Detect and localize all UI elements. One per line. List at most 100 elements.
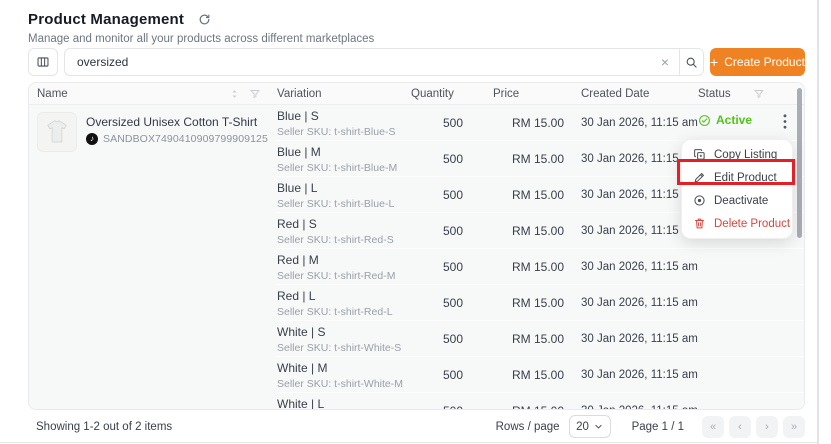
variation-label: Red | L	[277, 289, 407, 303]
page-header: Product Management Manage and monitor al…	[28, 11, 374, 45]
status-filter-icon[interactable]	[753, 88, 765, 100]
price-value: RM 15.00	[485, 368, 571, 382]
variation-label: Red | S	[277, 217, 407, 231]
variation-label: White | M	[277, 361, 407, 375]
page-scrollbar[interactable]	[817, 0, 819, 444]
created-date-value: 30 Jan 2026, 11:15 am	[571, 225, 691, 237]
variation-label: White | L	[277, 397, 407, 410]
next-page-button[interactable]: ›	[756, 416, 778, 438]
table-row: White | M Seller SKU: t-shirt-White-M 50…	[277, 357, 804, 393]
column-header-name: Name	[37, 88, 68, 100]
showing-count: Showing 1-2 out of 2 items	[36, 421, 172, 433]
seller-sku: Seller SKU: t-shirt-Red-L	[277, 306, 407, 318]
seller-sku: Seller SKU: t-shirt-White-S	[277, 342, 407, 354]
variation-label: Red | M	[277, 253, 407, 267]
created-date-value: 30 Jan 2026, 11:15 am	[571, 297, 691, 309]
menu-item-label: Deactivate	[714, 195, 768, 207]
first-page-button[interactable]: «	[702, 416, 724, 438]
table-row: White | S Seller SKU: t-shirt-White-S 50…	[277, 321, 804, 357]
created-date-value: 30 Jan 2026, 11:15 am	[571, 261, 691, 273]
row-actions-button[interactable]	[777, 112, 793, 131]
table-footer: Showing 1-2 out of 2 items Rows / page 2…	[28, 410, 805, 443]
variation-label: Blue | S	[277, 109, 407, 123]
column-header-status: Status	[698, 88, 731, 100]
rows-per-page-select[interactable]: 20	[569, 415, 611, 438]
refresh-icon[interactable]	[198, 13, 211, 26]
page-indicator: Page 1 / 1	[632, 421, 684, 433]
check-circle-icon	[698, 114, 711, 127]
menu-item-edit-product[interactable]: Edit Product	[682, 166, 792, 189]
menu-item-deactivate[interactable]: Deactivate	[682, 189, 792, 212]
toolbar: × + Create Product	[28, 48, 805, 76]
rows-per-page-label: Rows / page	[496, 421, 560, 433]
seller-sku: Seller SKU: t-shirt-Red-S	[277, 234, 407, 246]
price-value: RM 15.00	[485, 188, 571, 202]
created-date-value: 30 Jan 2026, 11:15 am	[571, 189, 691, 201]
column-header-quantity: Quantity	[407, 88, 485, 100]
table-row: Red | L Seller SKU: t-shirt-Red-L 500 RM…	[277, 285, 804, 321]
menu-item-copy-listing[interactable]: Copy Listing	[682, 143, 792, 166]
search-icon	[685, 56, 698, 69]
last-page-button[interactable]: »	[783, 416, 805, 438]
columns-icon	[36, 55, 50, 69]
price-value: RM 15.00	[485, 152, 571, 166]
product-name-cell: Oversized Unisex Cotton T-Shirt ♪ SANDBO…	[29, 105, 277, 410]
menu-item-label: Edit Product	[714, 172, 777, 184]
product-thumbnail	[37, 112, 77, 152]
prev-page-button[interactable]: ‹	[729, 416, 751, 438]
seller-sku: Seller SKU: t-shirt-White-M	[277, 378, 407, 390]
product-name: Oversized Unisex Cotton T-Shirt	[86, 115, 268, 129]
search-bar: ×	[64, 48, 704, 76]
create-product-label: Create Product	[724, 55, 805, 69]
quantity-value: 500	[407, 368, 485, 382]
chevron-down-icon	[594, 422, 603, 431]
table-row: Red | M Seller SKU: t-shirt-Red-M 500 RM…	[277, 249, 804, 285]
seller-sku: Seller SKU: t-shirt-Red-M	[277, 270, 407, 282]
quantity-value: 500	[407, 224, 485, 238]
product-management-page: Product Management Manage and monitor al…	[0, 0, 831, 444]
table-scrollbar[interactable]	[797, 88, 802, 238]
price-value: RM 15.00	[485, 116, 571, 130]
quantity-value: 500	[407, 152, 485, 166]
column-header-variation: Variation	[277, 88, 407, 100]
page-bottom-border	[0, 442, 818, 443]
variation-label: Blue | L	[277, 181, 407, 195]
page-title: Product Management	[28, 11, 184, 28]
page-subtitle: Manage and monitor all your products acr…	[28, 33, 374, 45]
price-value: RM 15.00	[485, 296, 571, 310]
variation-label: Blue | M	[277, 145, 407, 159]
sort-icon[interactable]	[229, 88, 240, 100]
column-header-price: Price	[485, 88, 571, 100]
seller-sku: Seller SKU: t-shirt-Blue-S	[277, 126, 407, 138]
plus-icon: +	[710, 55, 718, 69]
quantity-value: 500	[407, 296, 485, 310]
seller-sku: Seller SKU: t-shirt-Blue-M	[277, 162, 407, 174]
quantity-value: 500	[407, 116, 485, 130]
price-value: RM 15.00	[485, 260, 571, 274]
column-header-created-date: Created Date	[571, 88, 691, 100]
status-badge: Active	[698, 113, 752, 127]
table-header-row: Name Variation Quantity Price Created Da…	[29, 83, 804, 105]
price-value: RM 15.00	[485, 332, 571, 346]
created-date-value: 30 Jan 2026, 11:15 am	[571, 117, 691, 129]
clear-search-icon[interactable]: ×	[651, 55, 679, 69]
created-date-value: 30 Jan 2026, 11:15 am	[571, 333, 691, 345]
created-date-value: 30 Jan 2026, 11:15 am	[571, 369, 691, 381]
search-input[interactable]	[65, 49, 651, 75]
columns-button[interactable]	[28, 48, 58, 76]
search-button[interactable]	[679, 49, 703, 75]
variation-label: White | S	[277, 325, 407, 339]
quantity-value: 500	[407, 260, 485, 274]
rows-per-page-value: 20	[576, 421, 589, 433]
seller-sku: Seller SKU: t-shirt-Blue-L	[277, 198, 407, 210]
filter-icon[interactable]	[249, 88, 261, 100]
copy-icon	[693, 148, 706, 161]
created-date-value: 30 Jan 2026, 11:15 am	[571, 153, 691, 165]
quantity-value: 500	[407, 332, 485, 346]
table-row: White | L Seller SKU: t-shirt-White-L 50…	[277, 393, 804, 410]
products-table: Name Variation Quantity Price Created Da…	[28, 82, 805, 410]
create-product-button[interactable]: + Create Product	[710, 48, 805, 76]
quantity-value: 500	[407, 188, 485, 202]
menu-item-delete-product[interactable]: Delete Product	[682, 212, 792, 235]
deactivate-icon	[693, 194, 706, 207]
